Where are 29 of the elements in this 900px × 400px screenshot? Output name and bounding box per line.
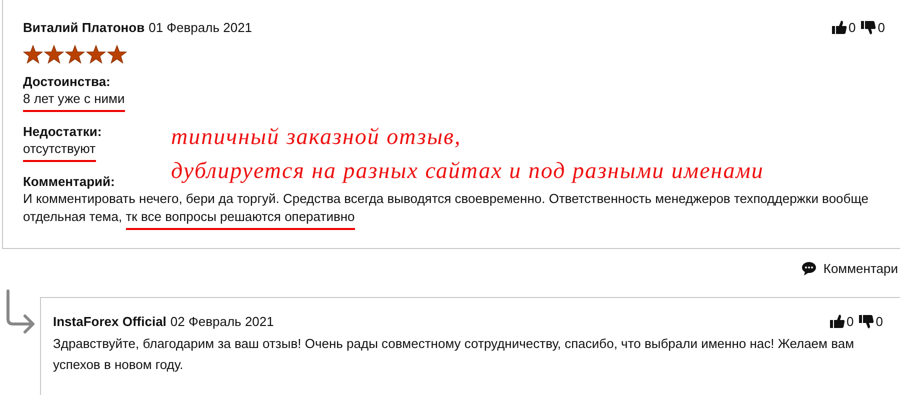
handwritten-note: типичный заказной отзыв,: [171, 123, 462, 151]
reply-text: Здравствуйте, благодарим за ваш отзыв! Очень рады совместному сотрудничеству, спасибо, что выбрали именно нас! Желаем вам успехов в новом году.: [53, 335, 856, 374]
star-icon: [107, 45, 127, 64]
section-label: Достоинства:: [23, 73, 110, 90]
section-text: И комментировать нечего, бери да торгуй. Средства всегда выводятся своевременно. Ответственность менеджеров техподдержки вообще отдельная тема, тк все вопросы решаются оперативно: [23, 190, 893, 232]
reply-arrow-icon: [4, 289, 36, 335]
handwritten-note: дублируется на разных сайтах и под разными именами: [171, 157, 764, 185]
section-label: Комментарий:: [23, 173, 115, 190]
star-icon: [44, 45, 64, 64]
dislike-count: 0: [878, 20, 885, 35]
author-name: InstaForex Official: [53, 314, 166, 329]
speech-bubble-icon[interactable]: [801, 261, 818, 276]
section-label: Недостатки:: [23, 123, 102, 140]
section-text: 8 лет уже с ними: [23, 90, 125, 114]
dislike-count: 0: [876, 314, 883, 329]
like-count: 0: [848, 20, 856, 35]
thumbs-down-icon[interactable]: [858, 314, 874, 329]
thumbs-up-icon[interactable]: [830, 314, 845, 329]
star-icon: [23, 45, 43, 64]
like-count: 0: [846, 314, 854, 329]
review-date: 02 Февраль 2021: [170, 314, 274, 329]
review-date: 01 Февраль 2021: [148, 20, 252, 35]
comments-link[interactable]: Комментари: [801, 258, 898, 279]
section-text: отсутствуют: [23, 140, 96, 164]
star-icon: [86, 45, 106, 64]
star-icon: [65, 45, 85, 64]
author-name: Виталий Платонов: [23, 20, 145, 35]
thumbs-up-icon[interactable]: [832, 20, 847, 35]
thumbs-down-icon[interactable]: [860, 20, 876, 35]
